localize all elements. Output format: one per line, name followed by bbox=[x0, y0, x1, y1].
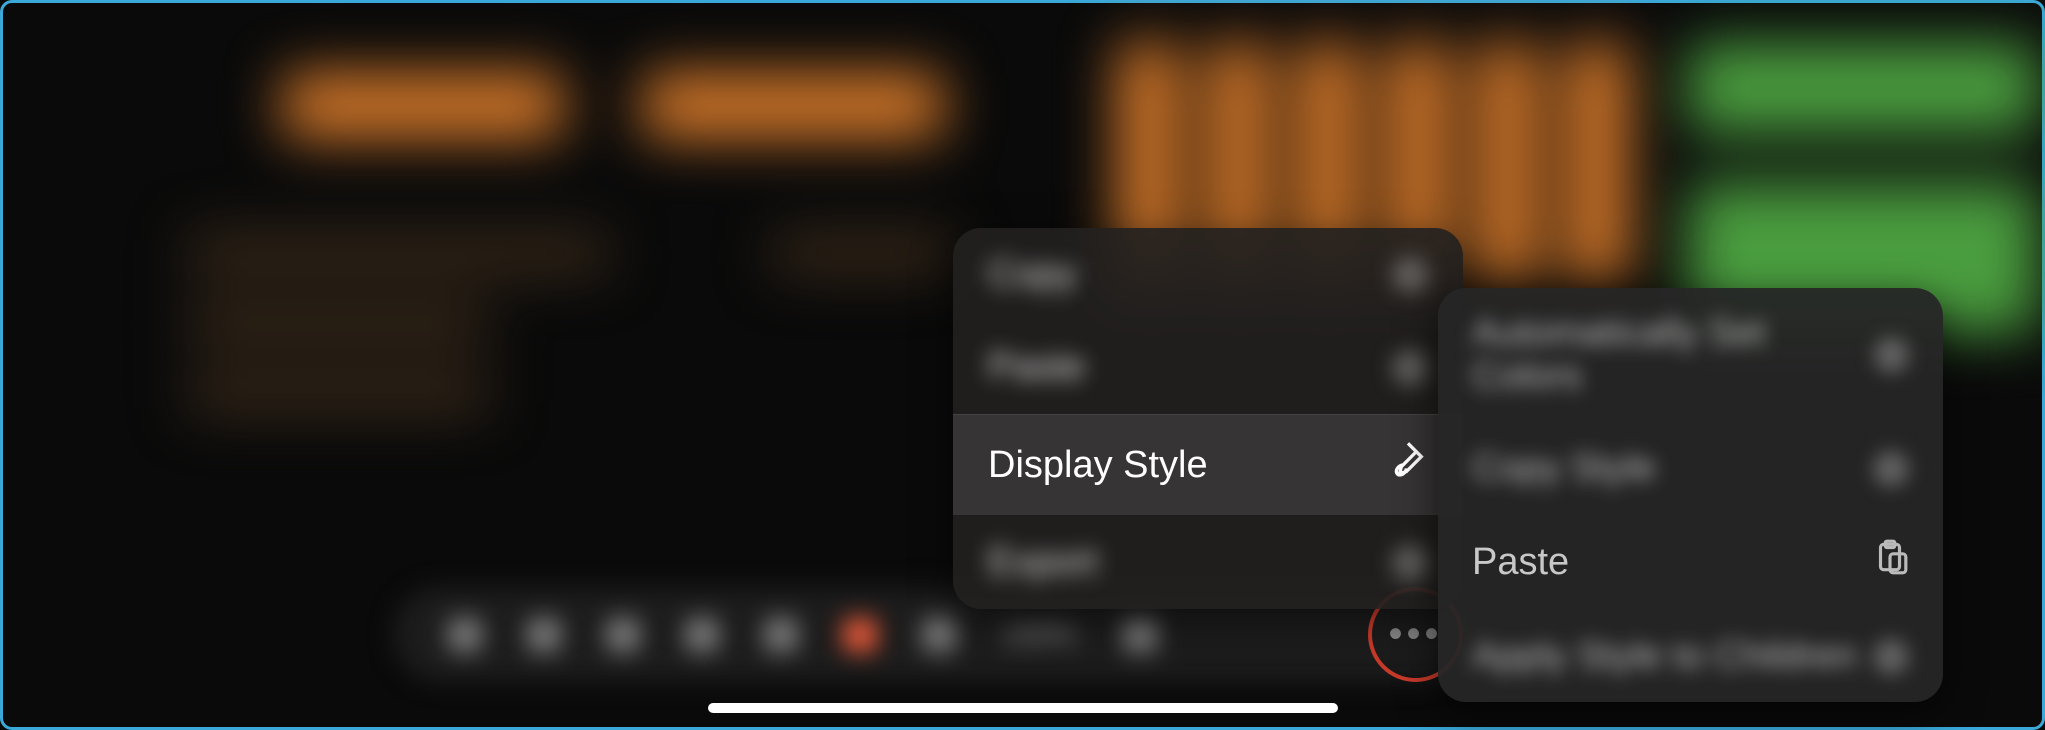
clipboard-icon bbox=[1871, 538, 1909, 586]
zoom-level[interactable]: 100% bbox=[1001, 618, 1078, 652]
menu-item-label: Display Style bbox=[988, 444, 1208, 487]
menu-item-label: Automatically Set Colors bbox=[1472, 312, 1874, 398]
menu-item-paste[interactable]: Paste bbox=[953, 321, 1463, 414]
tool-icon-4[interactable] bbox=[685, 618, 719, 652]
tool-icon-2[interactable] bbox=[527, 618, 561, 652]
menu-item-label: Copy Style bbox=[1472, 447, 1656, 490]
submenu-item-auto-colors[interactable]: Automatically Set Colors bbox=[1438, 288, 1943, 422]
menu-item-copy[interactable]: Copy bbox=[953, 228, 1463, 321]
ellipsis-icon: ••• bbox=[1388, 612, 1442, 657]
tool-icon-1[interactable] bbox=[448, 618, 482, 652]
paintbrush-icon bbox=[1388, 440, 1428, 490]
menu-item-label: Paste bbox=[988, 346, 1085, 389]
copy-style-icon bbox=[1873, 451, 1909, 487]
menu-item-export[interactable]: Export bbox=[953, 515, 1463, 609]
submenu-item-apply-children[interactable]: Apply Style to Children bbox=[1438, 610, 1943, 702]
submenu-item-paste[interactable]: Paste bbox=[1438, 514, 1943, 610]
sparkle-icon bbox=[1874, 337, 1909, 373]
home-indicator[interactable] bbox=[708, 703, 1338, 713]
menu-item-label: Copy bbox=[988, 253, 1077, 296]
tool-icon-5[interactable] bbox=[764, 618, 798, 652]
context-menu: Copy Paste Display Style Export bbox=[953, 228, 1463, 609]
display-style-submenu: Automatically Set Colors Copy Style Past… bbox=[1438, 288, 1943, 702]
apply-icon bbox=[1873, 639, 1909, 675]
copy-icon bbox=[1392, 257, 1428, 293]
export-icon bbox=[1392, 545, 1428, 581]
menu-item-label: Apply Style to Children bbox=[1472, 635, 1856, 678]
menu-item-label: Export bbox=[988, 541, 1098, 584]
paste-icon bbox=[1392, 350, 1428, 386]
tool-icon-3[interactable] bbox=[606, 618, 640, 652]
menu-item-display-style[interactable]: Display Style bbox=[953, 414, 1463, 515]
menu-item-label: Paste bbox=[1472, 541, 1569, 584]
zoom-out-icon[interactable] bbox=[922, 618, 956, 652]
zoom-in-icon[interactable] bbox=[1123, 618, 1157, 652]
submenu-item-copy-style[interactable]: Copy Style bbox=[1438, 422, 1943, 514]
tool-icon-color[interactable] bbox=[843, 618, 877, 652]
